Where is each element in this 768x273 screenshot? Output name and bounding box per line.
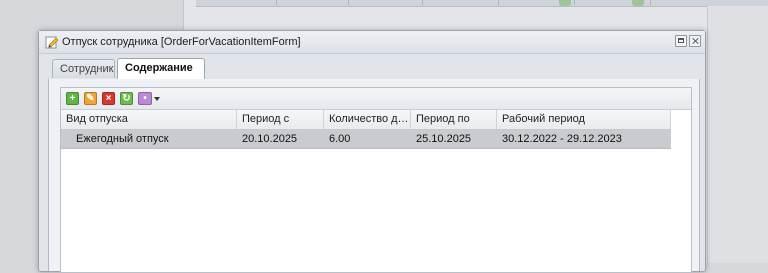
window-header[interactable]: Отпуск сотрудника [OrderForVacationItemF… — [39, 31, 705, 54]
cell-vacation-type: Ежегодный отпуск — [76, 133, 169, 145]
table-row[interactable]: Ежегодный отпуск 20.10.2025 6.00 25.10.2… — [61, 130, 671, 149]
background-arrow-icon — [559, 0, 571, 6]
background-arrow-icon — [632, 0, 644, 6]
background-column — [348, 0, 423, 5]
cell-days-count: 6.00 — [329, 133, 351, 145]
cell-period-from: 20.10.2025 — [242, 133, 298, 145]
delete-icon[interactable]: × — [102, 92, 115, 105]
grid-scroll-area[interactable] — [671, 110, 691, 272]
close-button[interactable] — [689, 35, 701, 47]
vacation-item-window: Отпуск сотрудника [OrderForVacationItemF… — [38, 30, 706, 273]
window-title: Отпуск сотрудника [OrderForVacationItemF… — [62, 36, 301, 48]
column-header-period-from[interactable]: Период с — [237, 110, 324, 129]
grid-header: Вид отпуска Период с Количество дне... П… — [61, 110, 671, 130]
grid-toolbar: + ✎ × ↻ • — [61, 88, 691, 110]
tab-content[interactable]: Содержание — [117, 58, 205, 80]
edit-icon[interactable]: ✎ — [84, 92, 97, 105]
cell-work-period: 30.12.2022 - 29.12.2023 — [502, 133, 622, 145]
background-column — [422, 0, 499, 5]
maximize-button[interactable] — [675, 35, 687, 47]
background-column — [196, 0, 277, 5]
more-actions-icon[interactable]: • — [138, 92, 152, 105]
column-header-work-period[interactable]: Рабочий период — [497, 110, 671, 129]
background-side-panel — [707, 6, 768, 263]
tab-employee[interactable]: Сотрудник — [52, 59, 115, 78]
column-header-days-count[interactable]: Количество дне... — [324, 110, 411, 129]
background-column — [276, 0, 349, 5]
chevron-down-icon[interactable] — [154, 97, 160, 101]
vacation-grid: + ✎ × ↻ • Вид отпуска Период с Количеств… — [60, 87, 692, 273]
refresh-icon[interactable]: ↻ — [120, 92, 133, 105]
background-toolbar-strip — [196, 0, 768, 7]
column-header-vacation-type[interactable]: Вид отпуска — [61, 110, 237, 129]
add-icon[interactable]: + — [66, 92, 79, 105]
column-header-period-to[interactable]: Период по — [411, 110, 497, 129]
content-panel: + ✎ × ↻ • Вид отпуска Период с Количеств… — [48, 79, 700, 273]
tab-bar: Сотрудник Содержание — [48, 56, 698, 80]
cell-period-to: 25.10.2025 — [416, 133, 472, 145]
edit-document-icon — [45, 36, 59, 49]
